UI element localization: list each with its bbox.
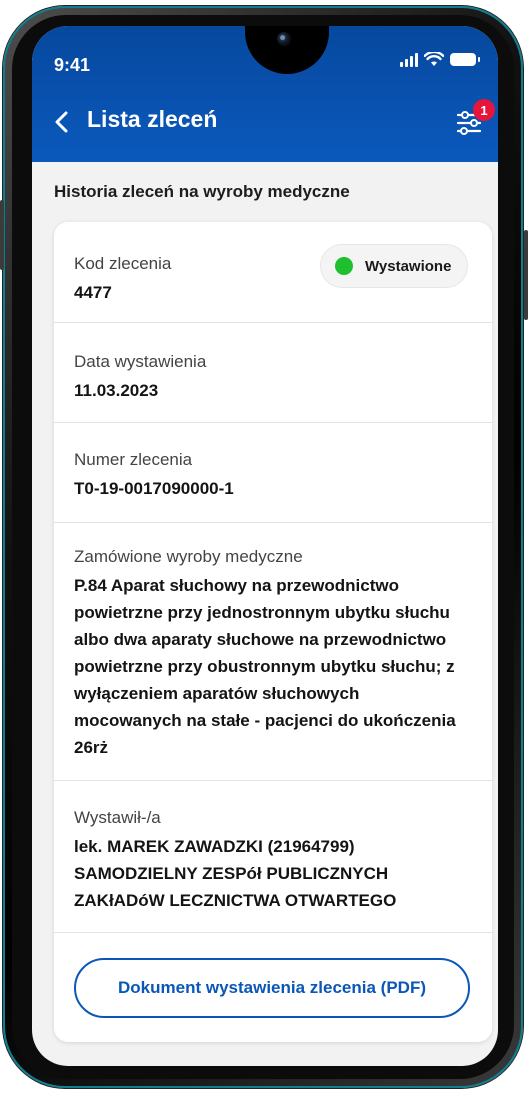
chevron-left-icon bbox=[55, 111, 68, 133]
order-card: Kod zlecenia 4477 Wystawione Data wystaw… bbox=[54, 222, 492, 1042]
items-line: mocowanych na stałe - pacjenci do ukończ… bbox=[74, 711, 456, 730]
filter-count-badge: 1 bbox=[473, 99, 495, 121]
code-label: Kod zlecenia bbox=[74, 254, 172, 273]
page-title: Lista zleceń bbox=[87, 106, 218, 132]
status-label: Wystawione bbox=[365, 257, 452, 275]
date-label: Data wystawienia bbox=[74, 352, 207, 371]
items-line: powietrzne przy obustronnym ubytku słuch… bbox=[74, 657, 455, 676]
screen: 9:41 Lista zleceń 1 Historia zleceń na w… bbox=[32, 26, 498, 1066]
date-value: 11.03.2023 bbox=[74, 381, 159, 400]
section-title: Historia zleceń na wyroby medyczne bbox=[54, 182, 350, 201]
number-label: Numer zlecenia bbox=[74, 450, 193, 469]
items-value: P.84 Aparat słuchowy na przewodnictwo po… bbox=[74, 572, 488, 761]
wifi-icon bbox=[424, 52, 444, 66]
date-row: Data wystawienia 11.03.2023 bbox=[54, 322, 492, 423]
issuer-value: lek. MAREK ZAWADZKI (21964799) SAMODZIEL… bbox=[74, 833, 488, 914]
signal-icon bbox=[400, 52, 418, 67]
items-line: powietrzne przy jednostronnym ubytku słu… bbox=[74, 603, 450, 622]
issuer-line: ZAKłADóW LECZNICTWA OTWARTEGO bbox=[74, 891, 397, 910]
status-time: 9:41 bbox=[54, 55, 91, 75]
issuer-line: lek. MAREK ZAWADZKI (21964799) bbox=[74, 837, 355, 856]
items-row: Zamówione wyroby medyczne P.84 Aparat sł… bbox=[54, 522, 492, 781]
status-dot-icon bbox=[335, 257, 353, 275]
issuer-row: Wystawił-/a lek. MAREK ZAWADZKI (2196479… bbox=[54, 780, 492, 933]
pdf-document-button[interactable]: Dokument wystawienia zlecenia (PDF) bbox=[74, 958, 470, 1018]
items-line: wyłączeniem aparatów słuchowych bbox=[74, 684, 360, 703]
status-badge: Wystawione bbox=[320, 244, 468, 288]
volume-button bbox=[0, 200, 4, 270]
code-row: Kod zlecenia 4477 Wystawione bbox=[54, 222, 492, 323]
power-button bbox=[524, 230, 528, 320]
issuer-line: SAMODZIELNY ZESPół PUBLICZNYCH bbox=[74, 864, 389, 883]
items-label: Zamówione wyroby medyczne bbox=[74, 547, 303, 566]
items-line: albo dwa aparaty słuchowe na przewodnict… bbox=[74, 630, 447, 649]
issuer-label: Wystawił-/a bbox=[74, 808, 161, 827]
number-row: Numer zlecenia T0-19-0017090000-1 bbox=[54, 422, 492, 523]
camera-icon bbox=[277, 32, 291, 46]
items-line: P.84 Aparat słuchowy na przewodnictwo bbox=[74, 576, 399, 595]
status-icons bbox=[400, 52, 480, 67]
back-button[interactable] bbox=[50, 104, 78, 140]
items-line: 26rż bbox=[74, 738, 109, 757]
code-value: 4477 bbox=[74, 283, 112, 302]
battery-icon bbox=[450, 53, 480, 66]
nav-bar: Lista zleceń 1 bbox=[32, 98, 498, 154]
number-value: T0-19-0017090000-1 bbox=[74, 479, 234, 498]
